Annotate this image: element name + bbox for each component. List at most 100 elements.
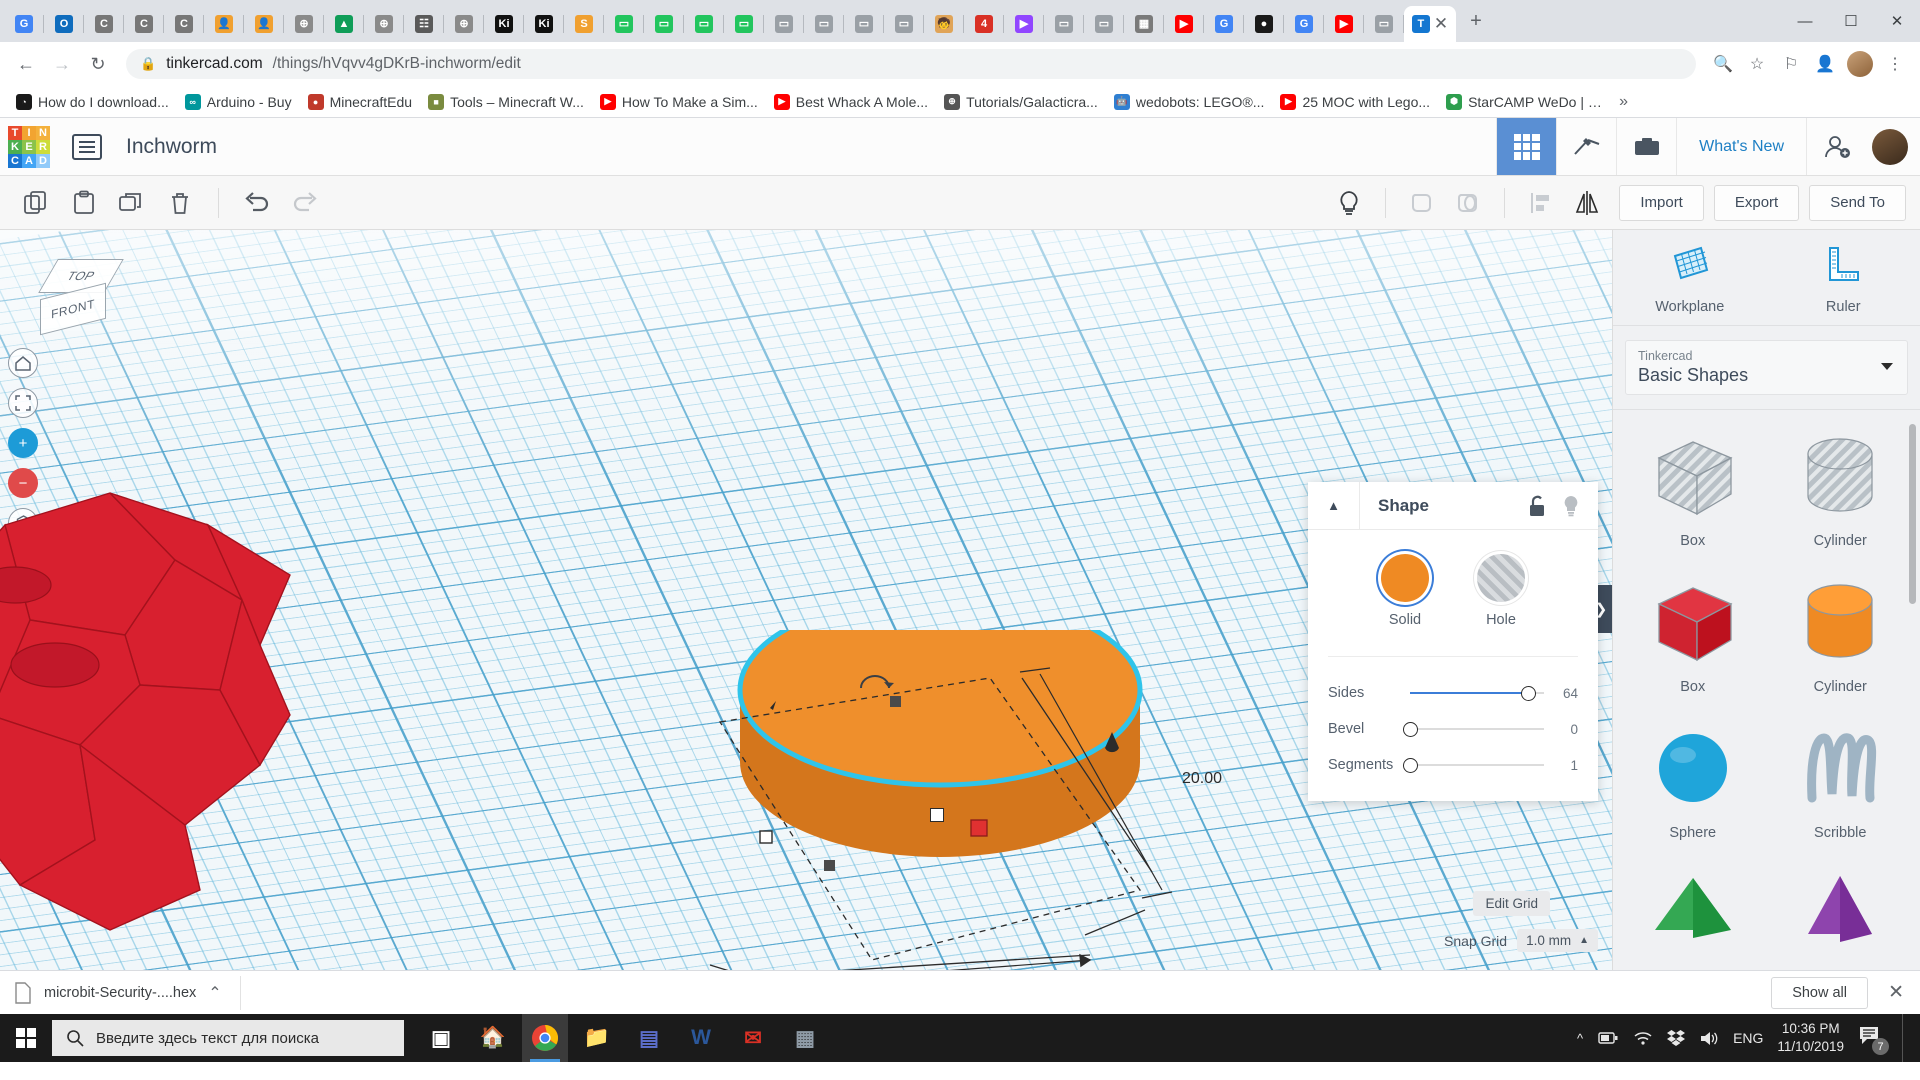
browser-tab-youtube-2[interactable]: ▶ — [1324, 7, 1364, 41]
designs-grid-button[interactable] — [1496, 118, 1556, 175]
chrome-menu-icon[interactable]: ⋮ — [1880, 49, 1910, 79]
copy-icon[interactable] — [14, 183, 58, 223]
browser-tab-four-logo[interactable]: 4 — [964, 7, 1004, 41]
unlock-icon[interactable] — [1520, 495, 1554, 517]
taskbar-app-chrome[interactable] — [522, 1014, 568, 1062]
browser-tab-scratch-user-2[interactable]: 👤 — [244, 7, 284, 41]
height-handle-cone[interactable] — [1098, 728, 1126, 762]
view-cube[interactable]: TOP FRONT — [40, 255, 135, 340]
language-indicator[interactable]: ENG — [1733, 1030, 1763, 1046]
browser-tab-makecode-4[interactable]: ▭ — [724, 7, 764, 41]
taskbar-clock[interactable]: 10:36 PM 11/10/2019 — [1777, 1020, 1844, 1056]
shape-library-item[interactable]: Sphere — [1619, 710, 1767, 852]
browser-tab-chrome-generic-1[interactable]: C — [84, 7, 124, 41]
zoom-icon[interactable]: 🔍 — [1708, 49, 1738, 79]
browser-tab-lego-avatar[interactable]: 🧒 — [924, 7, 964, 41]
browser-tab-grey-tab-7[interactable]: ▭ — [1364, 7, 1404, 41]
account-button[interactable] — [1806, 118, 1866, 175]
shape-library-item[interactable]: Box — [1619, 418, 1767, 560]
taskbar-app-home[interactable]: 🏠 — [470, 1014, 516, 1062]
import-button[interactable]: Import — [1619, 185, 1704, 221]
bookmark-item[interactable]: ●MinecraftEdu — [300, 91, 420, 113]
browser-tab-google-drive[interactable]: ▲ — [324, 7, 364, 41]
browser-tab-tinkercad-active[interactable]: T✕ — [1404, 6, 1456, 42]
browser-tab-globe-1[interactable]: ⊕ — [284, 7, 324, 41]
ungroup-icon[interactable] — [1446, 183, 1490, 223]
shape-library-item[interactable] — [1767, 856, 1915, 970]
bookmark-star-icon[interactable]: ☆ — [1742, 49, 1772, 79]
slider-bevel[interactable] — [1410, 721, 1544, 737]
bookmark-item[interactable]: ▶How To Make a Sim... — [592, 91, 766, 113]
align-icon[interactable] — [1519, 183, 1563, 223]
taskbar-app-word[interactable]: W — [678, 1014, 724, 1062]
maximize-button[interactable]: ☐ — [1828, 0, 1874, 42]
taskbar-app-file-explorer[interactable]: 📁 — [574, 1014, 620, 1062]
shape-library-selector[interactable]: Tinkercad Basic Shapes — [1625, 340, 1908, 395]
bookmark-item[interactable]: ▶25 MOC with Lego... — [1272, 91, 1438, 113]
slider-value-bevel[interactable]: 0 — [1544, 722, 1578, 737]
center-handle[interactable] — [930, 808, 944, 822]
browser-tab-twitch[interactable]: ▶ — [1004, 7, 1044, 41]
sidebar-scrollbar[interactable] — [1909, 424, 1916, 604]
browser-tab-makecode-2[interactable]: ▭ — [644, 7, 684, 41]
slider-value-sides[interactable]: 64 — [1544, 686, 1578, 701]
bookmark-item[interactable]: ■Tools – Minecraft W... — [420, 91, 592, 113]
browser-tab-grey-tab-3[interactable]: ▭ — [844, 7, 884, 41]
browser-tab-chrome-generic-3[interactable]: C — [164, 7, 204, 41]
taskbar-app-photos[interactable]: ▦ — [782, 1014, 828, 1062]
browser-tab-outlook[interactable]: O — [44, 7, 84, 41]
bookmark-item[interactable]: ⬢StarCAMP WeDo | L... — [1438, 91, 1613, 113]
browser-tab-dark-circle[interactable]: ● — [1244, 7, 1284, 41]
slider-sides[interactable] — [1410, 685, 1544, 701]
duplicate-icon[interactable] — [110, 183, 154, 223]
minimize-button[interactable]: — — [1782, 0, 1828, 42]
browser-tab-youtube-1[interactable]: ▶ — [1164, 7, 1204, 41]
browser-tab-scratch-s[interactable]: S — [564, 7, 604, 41]
start-button[interactable] — [0, 1014, 52, 1062]
selection-gizmo[interactable] — [690, 660, 1310, 970]
browser-tab-makecode-3[interactable]: ▭ — [684, 7, 724, 41]
slider-value-segments[interactable]: 1 — [1544, 758, 1578, 773]
bookmark-item[interactable]: ∞Arduino - Buy — [177, 91, 300, 113]
shape-library-item[interactable]: Box — [1619, 564, 1767, 706]
designs-list-icon[interactable] — [72, 134, 102, 160]
rotate-handle-top[interactable] — [855, 668, 895, 698]
browser-tab-makecode-1[interactable]: ▭ — [604, 7, 644, 41]
browser-tab-grey-tab-5[interactable]: ▭ — [1044, 7, 1084, 41]
mirror-icon[interactable] — [1565, 183, 1609, 223]
new-tab-button[interactable]: + — [1462, 7, 1490, 35]
bookmark-item[interactable]: ◔How do I download... — [8, 91, 177, 113]
lightbulb-icon[interactable] — [1554, 494, 1588, 518]
user-avatar[interactable] — [1866, 118, 1920, 175]
downloads-show-all-button[interactable]: Show all — [1771, 977, 1868, 1009]
browser-profile-avatar[interactable] — [1847, 51, 1873, 77]
taskbar-search-input[interactable]: Введите здесь текст для поиска — [52, 1020, 404, 1056]
hole-swatch[interactable] — [1477, 554, 1525, 602]
browser-tab-kitronik-1[interactable]: Ki — [484, 7, 524, 41]
browser-tab-kitronik-2[interactable]: Ki — [524, 7, 564, 41]
browser-tab-grey-tab-6[interactable]: ▭ — [1084, 7, 1124, 41]
codeblocks-button[interactable] — [1556, 118, 1616, 175]
downloads-close-icon[interactable]: ✕ — [1888, 981, 1904, 1004]
slider-knob[interactable] — [1403, 722, 1418, 737]
taskbar-app-task-view[interactable]: ▣ — [418, 1014, 464, 1062]
shape-library-item[interactable] — [1619, 856, 1767, 970]
extension-1-icon[interactable]: ⚐ — [1776, 49, 1806, 79]
export-button[interactable]: Export — [1714, 185, 1799, 221]
solid-color-swatch[interactable] — [1381, 554, 1429, 602]
workplane-tool[interactable]: Workplane — [1613, 244, 1767, 315]
taskbar-app-teams[interactable]: ▤ — [626, 1014, 672, 1062]
whats-new-link[interactable]: What's New — [1676, 118, 1806, 175]
shape-library-item[interactable]: Cylinder — [1767, 564, 1915, 706]
lightbulb-icon[interactable] — [1327, 183, 1371, 223]
slider-knob[interactable] — [1521, 686, 1536, 701]
browser-tab-scratch-user-1[interactable]: 👤 — [204, 7, 244, 41]
browser-tab-grey-tab-2[interactable]: ▭ — [804, 7, 844, 41]
slider-segments[interactable] — [1410, 757, 1544, 773]
bookmarks-overflow-button[interactable]: » — [1613, 93, 1634, 111]
browser-tab-google-2[interactable]: G — [1284, 7, 1324, 41]
show-desktop-button[interactable] — [1902, 1014, 1910, 1062]
extension-2-icon[interactable]: 👤 — [1810, 49, 1840, 79]
bookmark-item[interactable]: ⊕Tutorials/Galacticra... — [936, 91, 1106, 113]
undo-icon[interactable] — [235, 183, 279, 223]
